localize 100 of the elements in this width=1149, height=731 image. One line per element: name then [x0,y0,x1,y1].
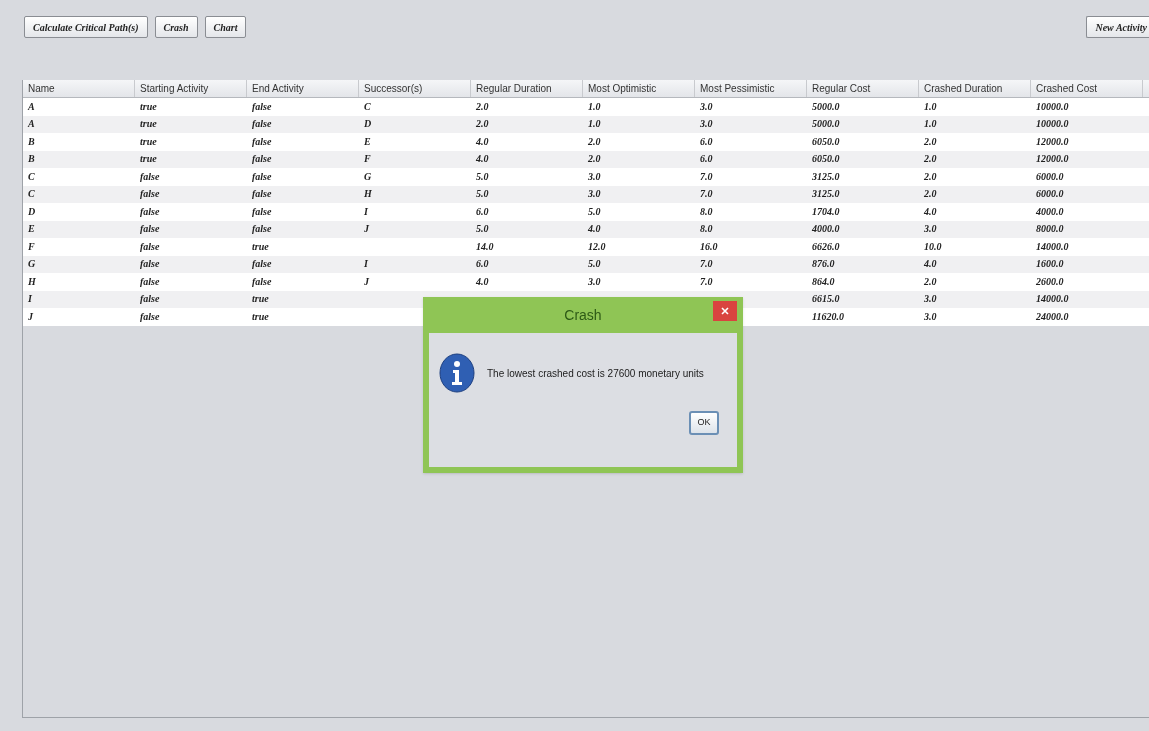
table-cell: 3.0 [588,189,601,200]
close-button[interactable] [713,301,737,321]
table-cell: false [252,259,272,270]
column-header[interactable]: Crashed Cost [1031,80,1143,97]
table-cell: true [252,294,269,305]
table-cell: 12000.0 [1036,154,1069,165]
table-cell: 3.0 [924,294,937,305]
table-cell: G [364,171,372,182]
table-cell: 16.0 [700,241,718,252]
table-cell: I [364,206,368,217]
table-cell: 6050.0 [812,154,840,165]
table-cell: 7.0 [700,189,713,200]
table-cell: 3.0 [700,119,713,130]
table-cell: 876.0 [812,259,835,270]
table-cell: false [140,206,160,217]
table-cell: A [28,119,35,130]
table-cell: false [252,119,272,130]
table-cell: 1704.0 [812,206,840,217]
column-header[interactable]: Crashed Duration [919,80,1031,97]
table-cell: false [252,189,272,200]
table-cell: 5.0 [588,206,601,217]
table-cell: C [28,171,35,182]
table-cell: 8000.0 [1036,224,1064,235]
table-cell: false [140,171,160,182]
table-cell: false [140,224,160,235]
table-cell: 4.0 [924,259,937,270]
table-cell: false [140,241,160,252]
table-cell: J [364,224,369,235]
table-cell: 6000.0 [1036,171,1064,182]
table-cell: H [28,276,36,287]
column-header[interactable]: Regular Cost [807,80,919,97]
table-cell: 7.0 [700,259,713,270]
table-cell: 12000.0 [1036,136,1069,147]
table-cell: false [252,101,272,112]
table-cell: 5.0 [476,171,489,182]
table-cell: 4.0 [924,206,937,217]
table-cell: 3125.0 [812,189,840,200]
table-cell: H [364,189,372,200]
table-cell: 1600.0 [1036,259,1064,270]
table-cell: 4.0 [476,136,489,147]
table-cell: E [28,224,35,235]
table-cell: 6.0 [476,259,489,270]
table-cell: F [28,241,35,252]
table-cell: 6.0 [700,154,713,165]
toolbar-button[interactable]: Crash [154,16,198,38]
table-cell: 864.0 [812,276,835,287]
table-cell: false [252,224,272,235]
column-header[interactable]: Name [23,80,135,97]
close-icon [721,307,729,315]
table-cell: false [140,311,160,322]
table-cell: 2.0 [588,136,601,147]
table-cell: 14000.0 [1036,241,1069,252]
table-cell: 2.0 [924,136,937,147]
dialog-title: Crash [564,305,602,325]
table-cell: I [28,294,32,305]
column-header[interactable]: Most Optimistic [583,80,695,97]
table-cell: 1.0 [924,119,937,130]
table-cell: true [252,241,269,252]
column-header[interactable]: Regular Duration [471,80,583,97]
table-cell: 10000.0 [1036,119,1069,130]
table-cell: false [140,276,160,287]
table-cell: 11620.0 [812,311,844,322]
table-cell: 14.0 [476,241,494,252]
table-cell: 6626.0 [812,241,840,252]
column-header[interactable]: Successor(s) [359,80,471,97]
table-cell: 3.0 [924,224,937,235]
table-cell: 2.0 [588,154,601,165]
table-cell: 8.0 [700,206,713,217]
table-cell: F [364,154,371,165]
table-cell: 3.0 [588,276,601,287]
column-header[interactable]: End Activity [247,80,359,97]
table-cell: 3.0 [588,171,601,182]
table-cell: 10000.0 [1036,101,1069,112]
ok-button[interactable]: OK [689,411,719,435]
toolbar-button[interactable]: Chart [204,16,247,38]
table-cell: 2.0 [476,119,489,130]
table-cell: 1.0 [924,101,937,112]
column-header[interactable]: Starting Activity [135,80,247,97]
table-cell: 4.0 [476,276,489,287]
table-cell: false [252,206,272,217]
table-cell: 2.0 [924,171,937,182]
toolbar-button[interactable]: Calculate Critical Path(s) [24,16,148,38]
table-cell: 2.0 [924,189,937,200]
table-cell: 5000.0 [812,101,840,112]
column-header[interactable]: Most Pessimistic [695,80,807,97]
table-cell: false [140,294,160,305]
table-cell: 14000.0 [1036,294,1069,305]
table-cell: false [252,154,272,165]
table-cell: 7.0 [700,171,713,182]
table-cell: J [28,311,33,322]
table-cell: 12.0 [588,241,606,252]
table-cell: 6050.0 [812,136,840,147]
table-cell: 2.0 [476,101,489,112]
table-cell: J [364,276,369,287]
table-cell: true [140,119,157,130]
table-cell: true [140,101,157,112]
new-activity-button[interactable]: New Activity [1086,16,1149,38]
table-cell: 6.0 [476,206,489,217]
table-cell: 4000.0 [812,224,840,235]
table-cell: C [28,189,35,200]
